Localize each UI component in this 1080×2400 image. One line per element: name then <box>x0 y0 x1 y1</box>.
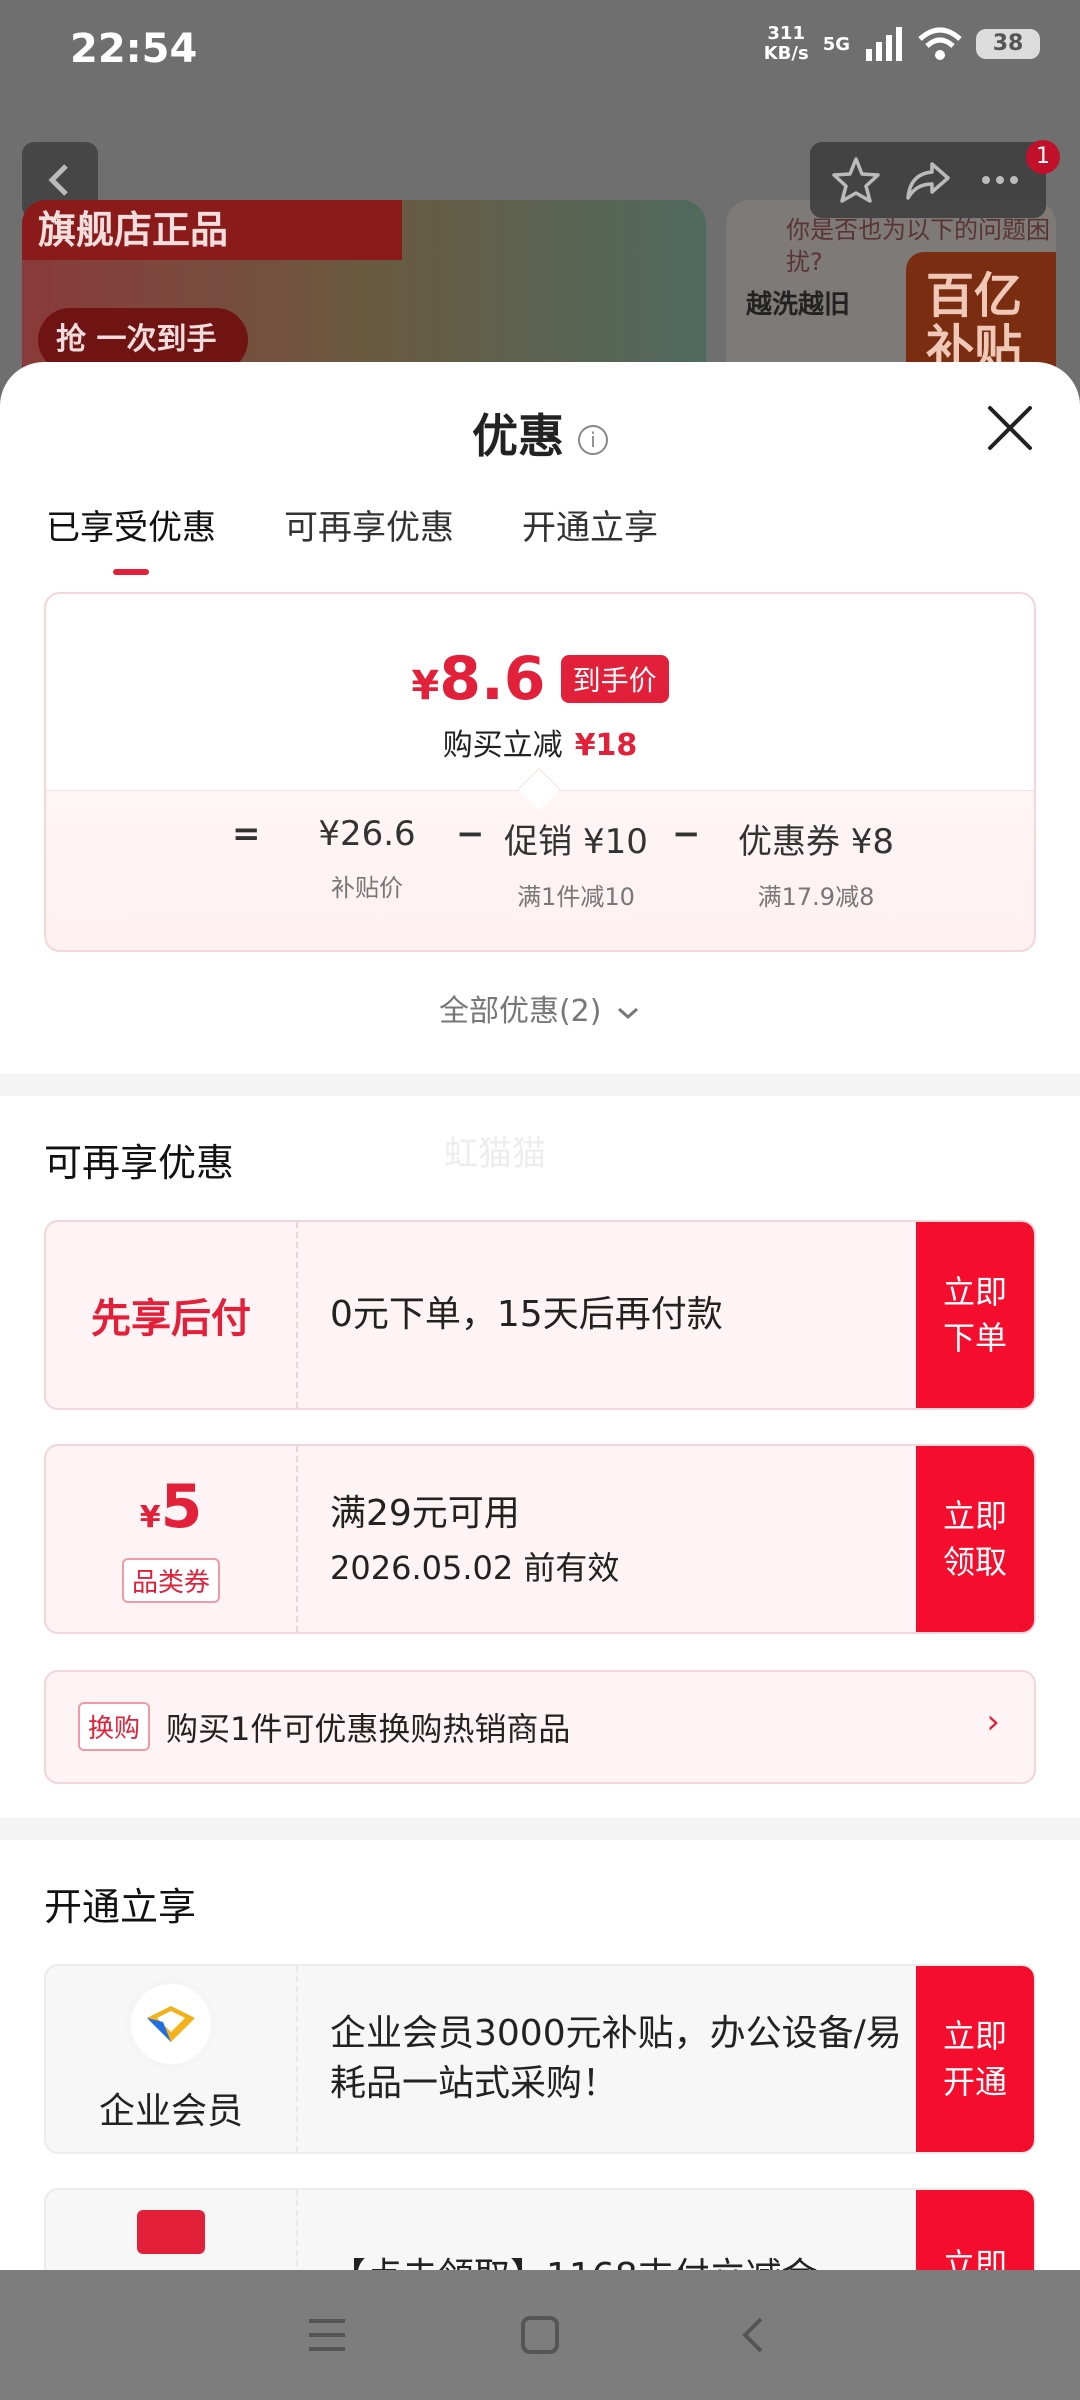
bnpl-desc: 0元下单，15天后再付款 <box>330 1294 723 1335</box>
promo-amount: 促销 ¥10 <box>504 822 648 862</box>
all-offers-toggle[interactable]: 全部优惠(2) <box>0 986 1080 1030</box>
net-speed: 311 KB/s <box>764 24 809 64</box>
wifi-icon <box>918 27 962 60</box>
swap-text: 购买1件可优惠换购热销商品 <box>166 1710 571 1748</box>
status-bar: 22:54 311 KB/s 5G 38 <box>0 0 1080 100</box>
reduce-label: 购买立减 <box>442 728 563 763</box>
top-action-bar <box>810 142 1046 218</box>
order-now-button[interactable]: 立即 下单 <box>916 1222 1034 1408</box>
equals-sign: = <box>232 814 261 854</box>
red-envelope-icon <box>137 2210 205 2254</box>
notification-badge: 1 <box>1026 140 1060 174</box>
final-price: ¥8.6 <box>411 644 545 714</box>
coupon-amount-value: 5 <box>160 1472 203 1542</box>
coupon-left: ¥5 品类券 <box>46 1446 298 1632</box>
section-divider <box>0 1074 1080 1096</box>
ad-slogan: 越洗越旧 <box>746 290 851 320</box>
swap-offer-row[interactable]: 换购 购买1件可优惠换购热销商品 › <box>44 1670 1036 1784</box>
net-speed-value: 311 <box>767 23 805 44</box>
coupon-body: 满29元可用 2026.05.02 前有效 <box>330 1446 904 1632</box>
payment-offer-body: 【点击领取】1168支付立减金 <box>330 2190 904 2270</box>
sheet-title: 优惠 i <box>0 400 1080 466</box>
cta-line: 立即 <box>942 2017 1007 2055</box>
bnpl-label: 先享后付 <box>91 1296 251 1342</box>
reduce-amount: ¥18 <box>574 728 638 763</box>
share-icon[interactable] <box>902 154 954 206</box>
battery-icon: 38 <box>976 29 1040 59</box>
subsidy-price: ¥26.6 <box>318 814 416 854</box>
cta-line: 立即 <box>942 1273 1007 1311</box>
menu-icon[interactable] <box>305 2315 349 2355</box>
coupon-caption: 满17.9减8 <box>757 883 875 911</box>
cta-line: 下单 <box>942 1319 1007 1357</box>
subsidy-caption: 补贴价 <box>331 874 403 902</box>
close-icon[interactable] <box>984 402 1036 454</box>
category-coupon-card: ¥5 品类券 满29元可用 2026.05.02 前有效 立即 领取 <box>44 1444 1036 1634</box>
status-icons: 311 KB/s 5G 38 <box>764 24 1040 64</box>
system-nav-bar <box>0 2270 1080 2400</box>
cta-line: 立即 <box>942 2246 1007 2270</box>
more-icon[interactable] <box>974 154 1026 206</box>
star-icon[interactable] <box>830 154 882 206</box>
enterprise-label: 企业会员 <box>98 2091 243 2132</box>
final-price-tag: 到手价 <box>560 655 669 703</box>
payment-offer-desc: 【点击领取】1168支付立减金 <box>330 2252 904 2270</box>
tab-open-now[interactable]: 开通立享 <box>522 500 658 575</box>
tab-more-offers[interactable]: 可再享优惠 <box>284 500 454 575</box>
more-offers-title: 可再享优惠 <box>44 1141 235 1185</box>
watermark: 虹猫猫 <box>444 1134 546 1174</box>
activate-button[interactable]: 立即 开通 <box>916 1966 1034 2152</box>
tab-bar: 已享受优惠 可再享优惠 开通立享 <box>46 500 658 575</box>
section-divider <box>0 1818 1080 1840</box>
coupon-value: ¥5 <box>140 1475 203 1550</box>
payment-offer-left <box>46 2190 298 2270</box>
coupon-col: 优惠券 ¥8 满17.9减8 <box>686 814 946 912</box>
bnpl-body: 0元下单，15天后再付款 <box>330 1222 904 1408</box>
claim-now-button[interactable]: 立即 <box>916 2190 1034 2270</box>
swap-tag: 换购 <box>78 1702 151 1751</box>
signal-icon <box>866 27 902 61</box>
enterprise-member-card: 企业会员 企业会员3000元补贴，办公设备/易耗品一站式采购！ 立即 开通 <box>44 1964 1036 2154</box>
coupon-symbol: ¥ <box>139 1500 161 1535</box>
coupon-condition: 满29元可用 <box>330 1493 520 1534</box>
net-speed-unit: KB/s <box>763 43 809 64</box>
enterprise-desc: 企业会员3000元补贴，办公设备/易耗品一站式采购！ <box>330 2013 902 2104</box>
home-icon[interactable] <box>518 2313 562 2357</box>
final-price-value: 8.6 <box>439 644 546 714</box>
enterprise-body: 企业会员3000元补贴，办公设备/易耗品一站式采购！ <box>330 1966 904 2152</box>
store-tag: 旗舰店正品 <box>22 200 402 260</box>
price-summary-card: ¥8.6 到手价 购买立减 ¥18 = ¥26.6 补贴价 − 促销 ¥10 满1… <box>44 592 1036 952</box>
background-product-page: 22:54 311 KB/s 5G 38 旗舰店正品 抢 一次到手 你是否也为以… <box>0 0 1080 400</box>
open-now-title: 开通立享 <box>44 1885 197 1929</box>
promo-col: 促销 ¥10 满1件减10 <box>466 814 686 912</box>
coupon-expiry: 2026.05.02 前有效 <box>330 1549 620 1587</box>
bnpl-left: 先享后付 <box>46 1222 298 1408</box>
tab-enjoyed[interactable]: 已享受优惠 <box>46 500 216 575</box>
final-price-row: ¥8.6 到手价 <box>46 644 1034 714</box>
payment-offer-card: 【点击领取】1168支付立减金 立即 <box>44 2188 1036 2270</box>
chevron-right-icon: › <box>986 1702 1000 1742</box>
discount-sheet: 优惠 i 已享受优惠 可再享优惠 开通立享 ¥8.6 到手价 购买立减 ¥18 = … <box>0 362 1080 2270</box>
final-price-symbol: ¥ <box>411 663 440 709</box>
cta-line: 领取 <box>942 1543 1007 1581</box>
back-nav-icon[interactable] <box>731 2313 775 2357</box>
network-type: 5G <box>822 33 850 55</box>
all-offers-label: 全部优惠(2) <box>438 994 602 1029</box>
status-time: 22:54 <box>70 26 198 72</box>
info-icon[interactable]: i <box>578 424 608 455</box>
price-calculation: = ¥26.6 补贴价 − 促销 ¥10 满1件减10 − 优惠券 ¥8 满17… <box>46 814 1034 934</box>
sheet-title-text: 优惠 <box>472 409 564 463</box>
subsidy-price-col: ¥26.6 补贴价 <box>282 814 452 903</box>
chevron-down-icon <box>618 1007 639 1019</box>
cta-line: 开通 <box>942 2063 1007 2101</box>
coupon-amount: 优惠券 ¥8 <box>737 822 895 862</box>
enterprise-left: 企业会员 <box>46 1966 298 2152</box>
enterprise-logo-icon <box>131 1984 211 2064</box>
promo-caption: 满1件减10 <box>517 883 635 911</box>
category-coupon-tag: 品类券 <box>121 1558 220 1603</box>
bnpl-offer-card: 先享后付 0元下单，15天后再付款 立即 下单 <box>44 1220 1036 1410</box>
claim-coupon-button[interactable]: 立即 领取 <box>916 1446 1034 1632</box>
cta-line: 立即 <box>942 1497 1007 1535</box>
reduce-row: 购买立减 ¥18 <box>46 720 1034 764</box>
